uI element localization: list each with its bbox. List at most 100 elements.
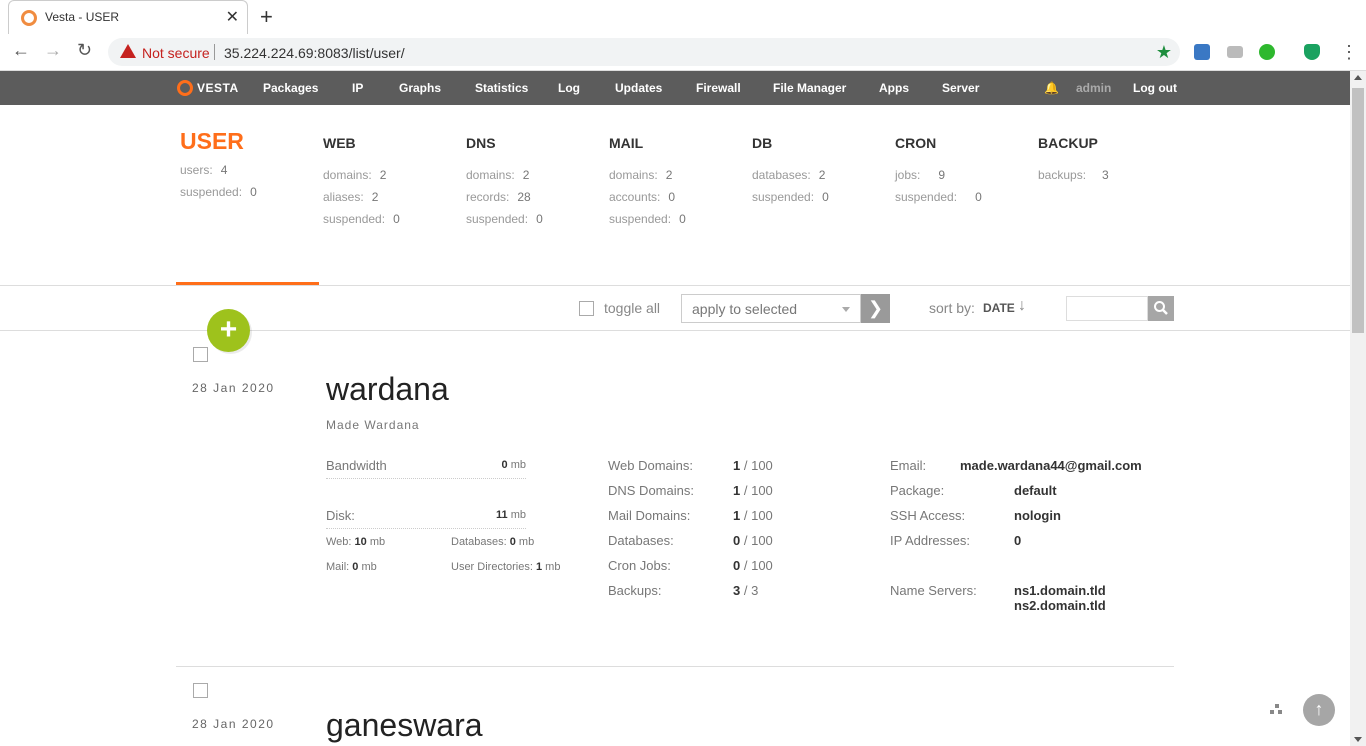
forward-icon[interactable]: → (44, 40, 62, 61)
back-icon[interactable]: ← (12, 40, 30, 61)
ssh-value: nologin (1014, 508, 1061, 523)
disk-label: Disk: (326, 508, 355, 523)
stat-title-db: DB (752, 135, 773, 151)
ns-label: Name Servers: (890, 583, 977, 598)
stat-title-cron: CRON (895, 135, 937, 151)
browser-tab[interactable]: Vesta - USER ✕ (8, 0, 248, 34)
user-name[interactable]: ganeswara (326, 707, 483, 744)
bandwidth-label: Bandwidth (326, 458, 387, 473)
limit-label: Databases: (608, 533, 674, 548)
disk-user-dirs: User Directories: 1 mb (451, 561, 561, 573)
email-label: Email: (890, 458, 927, 473)
search-input[interactable] (1066, 296, 1148, 321)
disk-databases: Databases: 0 mb (451, 536, 535, 548)
vesta-logo-icon (177, 80, 193, 96)
extension-screen-icon[interactable] (1194, 44, 1210, 60)
add-user-button[interactable]: + (207, 309, 250, 352)
sort-by-value[interactable]: DATE (983, 301, 1015, 315)
stat-db[interactable]: DB databases: 2 suspended: 0 (752, 130, 829, 212)
nav-firewall[interactable]: Firewall (696, 81, 741, 95)
extension-adblock-icon[interactable] (1259, 44, 1275, 60)
ns2-value: ns2.domain.tld (1014, 598, 1106, 613)
limit-value: 3 / 3 (733, 583, 759, 598)
user-divider (176, 666, 1174, 667)
new-tab-icon[interactable]: + (260, 4, 273, 30)
vesta-logo-text: VESTA (197, 81, 239, 95)
limit-label: Mail Domains: (608, 508, 691, 523)
stat-value: 0 (250, 185, 257, 199)
chevron-down-icon (842, 307, 850, 312)
nav-file-manager[interactable]: File Manager (773, 81, 846, 95)
url-text[interactable]: 35.224.224.69:8083/list/user/ (224, 45, 405, 61)
stat-value: 0 (822, 190, 829, 204)
stat-value: 2 (818, 168, 826, 182)
page-scrollbar[interactable] (1350, 71, 1366, 746)
nav-server[interactable]: Server (942, 81, 979, 95)
stat-label: suspended: (752, 190, 815, 204)
toggle-all-label[interactable]: toggle all (604, 300, 660, 316)
nav-ip[interactable]: IP (352, 81, 363, 95)
warning-icon (120, 44, 136, 58)
close-icon[interactable]: ✕ (226, 7, 239, 27)
logout-link[interactable]: Log out (1133, 81, 1177, 95)
stat-label: users: (180, 163, 213, 177)
limit-value: 1 / 100 (733, 458, 773, 473)
package-label: Package: (890, 483, 945, 498)
bell-icon[interactable]: 🔔 (1044, 81, 1059, 95)
stat-web[interactable]: WEB domains: 2 aliases: 2 suspended: 0 (323, 130, 400, 234)
stat-cron[interactable]: CRON jobs: 9 suspended: 0 (895, 130, 982, 212)
user-select-checkbox[interactable] (193, 347, 208, 362)
nav-updates[interactable]: Updates (615, 81, 662, 95)
nav-statistics[interactable]: Statistics (475, 81, 528, 95)
stat-label: aliases: (323, 190, 364, 204)
disk-value: 11 mb (496, 509, 526, 521)
scroll-to-top-button[interactable]: ↑ (1303, 694, 1335, 726)
scroll-up-icon[interactable] (1354, 75, 1362, 80)
browser-tabbar: Vesta - USER ✕ + (0, 0, 1366, 34)
apply-to-selected-dropdown[interactable]: apply to selected (681, 294, 861, 323)
admin-user-link[interactable]: admin (1076, 81, 1111, 95)
extension-shield-icon[interactable] (1304, 44, 1320, 60)
nav-log[interactable]: Log (558, 81, 580, 95)
not-secure-label: Not secure (142, 45, 210, 61)
tab-title: Vesta - USER (45, 10, 120, 24)
nav-graphs[interactable]: Graphs (399, 81, 441, 95)
stat-title-web: WEB (323, 135, 356, 151)
stat-dns[interactable]: DNS domains: 2 records: 28 suspended: 0 (466, 130, 543, 234)
stat-user[interactable]: USER users: 4 suspended: 0 (180, 128, 257, 207)
user-name[interactable]: wardana (326, 371, 449, 408)
stat-label: suspended: (895, 190, 958, 204)
scroll-thumb[interactable] (1352, 88, 1364, 333)
browser-menu-icon[interactable]: ⋮ (1340, 42, 1358, 63)
vesta-navbar: VESTA Packages IP Graphs Statistics Log … (0, 71, 1350, 105)
extension-camera-icon[interactable] (1227, 46, 1243, 58)
stat-label: records: (466, 190, 510, 204)
user-fullname: Made Wardana (326, 418, 420, 432)
stat-label: suspended: (609, 212, 672, 226)
stat-value: 9 (938, 168, 946, 182)
stat-backup[interactable]: BACKUP backups: 3 (1038, 130, 1109, 190)
address-bar[interactable]: Not secure 35.224.224.69:8083/list/user/… (108, 38, 1180, 66)
stat-mail[interactable]: MAIL domains: 2 accounts: 0 suspended: 0 (609, 130, 686, 234)
grid-icon[interactable] (1270, 704, 1284, 716)
user-select-checkbox[interactable] (193, 683, 208, 698)
limit-label: DNS Domains: (608, 483, 694, 498)
stat-title-mail: MAIL (609, 135, 644, 151)
stat-value: 2 (379, 168, 387, 182)
apply-button[interactable]: ❯ (861, 294, 890, 323)
nav-packages[interactable]: Packages (263, 81, 318, 95)
toggle-all-checkbox[interactable] (579, 301, 594, 316)
divider (0, 330, 1350, 331)
limit-value: 0 / 100 (733, 533, 773, 548)
bookmark-star-icon[interactable]: ★ (1156, 42, 1172, 63)
search-button[interactable] (1148, 296, 1174, 321)
stat-value: 4 (220, 163, 228, 177)
scroll-down-icon[interactable] (1354, 737, 1362, 742)
sort-arrow-icon[interactable]: ↓ (1018, 297, 1026, 315)
stat-label: domains: (466, 168, 515, 182)
stat-title-dns: DNS (466, 135, 496, 151)
reload-icon[interactable]: ↻ (77, 40, 92, 61)
nav-apps[interactable]: Apps (879, 81, 909, 95)
stat-value: 2 (522, 168, 530, 182)
vesta-logo[interactable]: VESTA (177, 80, 239, 96)
